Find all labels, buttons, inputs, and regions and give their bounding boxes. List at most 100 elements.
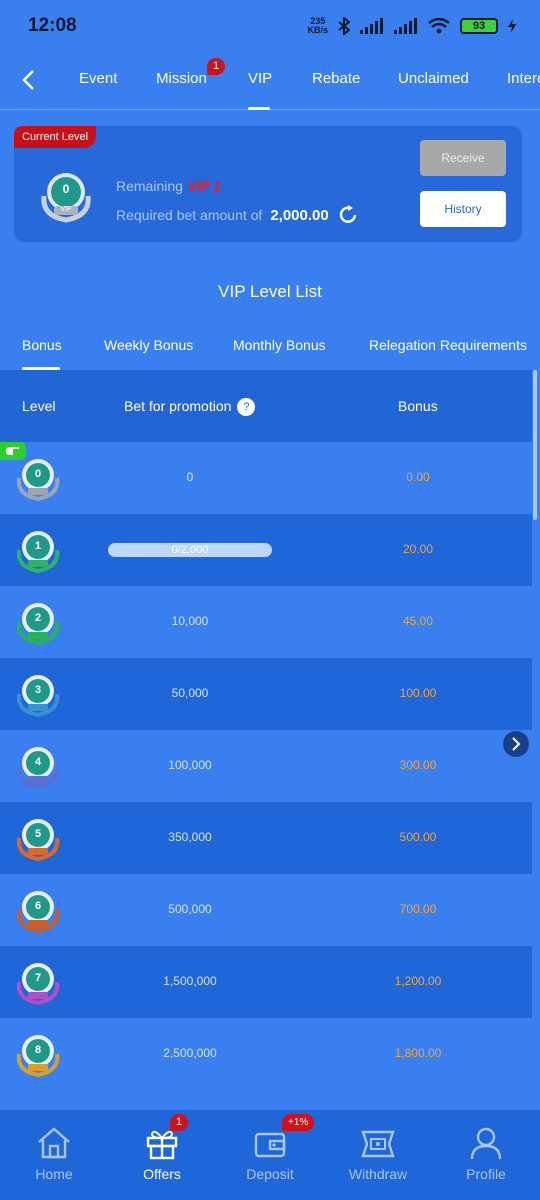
bet-for-promotion-value: 50,000 — [171, 686, 209, 700]
chevron-right-icon[interactable] — [503, 731, 529, 757]
subtab-bonus[interactable]: Bonus — [22, 337, 62, 353]
tab-unclaimed[interactable]: Unclaimed — [398, 70, 469, 87]
vip-table-header: Level Bet for promotion? Bonus — [0, 370, 532, 442]
bet-for-promotion-value: 500,000 — [168, 902, 212, 916]
table-row: 3 50,000 100.00 — [0, 658, 532, 730]
current-level-card: Current Level 0 VIP Remaining VIP 1 Requi… — [14, 126, 522, 242]
vip-medal-icon: 6 — [14, 886, 62, 934]
table-scrollbar[interactable] — [533, 370, 537, 520]
nav-profile[interactable]: Profile — [432, 1110, 540, 1200]
vip-medal-icon: 4 — [14, 742, 62, 790]
bonus-value: 1,800.00 — [394, 1046, 442, 1060]
battery-indicator: 93 — [460, 18, 498, 34]
current-level-number: 0 — [62, 182, 70, 196]
bottom-nav-bar: Home Offers 1 Deposit +1% Withdraw Profi… — [0, 1110, 540, 1200]
bet-for-promotion-value: 1,500,000 — [163, 974, 217, 988]
current-medal-label: VIP — [60, 206, 72, 213]
current-level-tag: Current Level — [14, 126, 97, 148]
vip-medal-icon: 5 — [14, 814, 62, 862]
wallet-icon — [254, 1132, 286, 1158]
nav-home-label: Home — [35, 1166, 73, 1182]
history-button[interactable]: History — [420, 191, 506, 227]
vip-table-body: 0 0 0.00 1 0/2,000 20.00 2 10,000 45.00 … — [0, 442, 532, 1090]
vip-medal-icon: 7 — [14, 958, 62, 1006]
tab-vip[interactable]: VIP — [248, 70, 272, 87]
required-bet-amount: 2,000.00 — [270, 206, 329, 224]
bonus-value: 45.00 — [402, 614, 434, 628]
gift-icon — [146, 1130, 178, 1160]
back-arrow-icon — [22, 70, 34, 90]
nav-profile-label: Profile — [466, 1166, 506, 1182]
refresh-icon[interactable] — [337, 204, 359, 226]
tab-interest[interactable]: Intere — [507, 70, 540, 87]
nav-home[interactable]: Home — [0, 1110, 108, 1200]
tab-mission[interactable]: Mission — [156, 70, 207, 87]
vip-level-number: 6 — [34, 900, 42, 912]
table-row: 2 10,000 45.00 — [0, 586, 532, 658]
table-row: 8 2,500,000 1,800.00 — [0, 1018, 532, 1090]
nav-withdraw-label: Withdraw — [348, 1166, 408, 1182]
home-icon — [38, 1127, 70, 1159]
deposit-bonus-badge: +1% — [282, 1114, 315, 1131]
bonus-value: 100.00 — [399, 686, 437, 700]
vip-level-list-title: VIP Level List — [218, 282, 322, 301]
bet-for-promotion-value: 10,000 — [171, 614, 209, 628]
bonus-subtab-bar: Bonus Weekly Bonus Monthly Bonus Relegat… — [0, 334, 540, 370]
vip-medal-icon: 0 — [14, 454, 62, 502]
bonus-value: 300.00 — [399, 758, 437, 772]
nav-offers[interactable]: Offers 1 — [108, 1110, 216, 1200]
subtab-relegation-requirements[interactable]: Relegation Requirements — [369, 337, 527, 353]
vip-medal-icon: 0 VIP — [38, 168, 94, 229]
promotion-progress-bar: 0/2,000 — [108, 543, 272, 557]
mission-badge: 1 — [207, 58, 226, 75]
receive-button[interactable]: Receive — [420, 140, 506, 176]
network-speed: 235 KB/s — [307, 16, 328, 35]
vip-level-number: 5 — [34, 828, 42, 840]
vip-level-number: 3 — [34, 684, 42, 696]
column-header-level: Level — [22, 398, 56, 414]
next-vip-level: VIP 1 — [186, 178, 221, 194]
table-row: 6 500,000 700.00 — [0, 874, 532, 946]
table-row: 0 0 0.00 — [0, 442, 532, 514]
bonus-value: 0.00 — [406, 470, 430, 484]
vip-medal-icon: 1 — [14, 526, 62, 574]
bonus-value: 20.00 — [402, 542, 434, 556]
vip-level-number: 0 — [34, 468, 42, 480]
signal-icon — [394, 18, 417, 34]
help-icon[interactable]: ? — [237, 398, 256, 417]
tab-rebate[interactable]: Rebate — [312, 70, 360, 87]
remaining-text: Remaining VIP 1 — [116, 178, 221, 194]
nav-withdraw[interactable]: Withdraw — [324, 1110, 432, 1200]
tab-event[interactable]: Event — [79, 70, 117, 87]
back-button[interactable] — [14, 66, 42, 94]
vip-level-number: 8 — [34, 1044, 42, 1056]
nav-deposit[interactable]: Deposit +1% — [216, 1110, 324, 1200]
wifi-icon — [428, 18, 450, 34]
subtab-weekly-bonus[interactable]: Weekly Bonus — [104, 337, 193, 353]
nav-offers-label: Offers — [143, 1166, 181, 1182]
bluetooth-icon — [338, 17, 350, 35]
bet-for-promotion-value: 0 — [186, 470, 194, 484]
tab-active-indicator — [248, 107, 270, 110]
bonus-value: 700.00 — [399, 902, 437, 916]
table-row: 5 350,000 500.00 — [0, 802, 532, 874]
offers-badge: 1 — [170, 1114, 189, 1131]
vip-medal-icon: 3 — [14, 670, 62, 718]
column-header-bet: Bet for promotion? — [124, 398, 256, 417]
top-tab-bar: Event Mission 1 VIP Rebate Unclaimed Int… — [0, 52, 540, 110]
charging-icon — [508, 19, 516, 33]
bonus-value: 500.00 — [399, 830, 437, 844]
profile-icon — [470, 1127, 502, 1160]
table-row: 1 0/2,000 20.00 — [0, 514, 532, 586]
table-row: 4 100,000 300.00 — [0, 730, 532, 802]
current-level-pointer-icon — [0, 442, 26, 460]
subtab-monthly-bonus[interactable]: Monthly Bonus — [233, 337, 326, 353]
required-bet-text: Required bet amount of 2,000.00 — [116, 204, 359, 226]
withdraw-icon — [361, 1130, 395, 1158]
table-row: 7 1,500,000 1,200.00 — [0, 946, 532, 1018]
signal-icon — [360, 18, 383, 34]
vip-level-number: 4 — [34, 756, 42, 768]
nav-deposit-label: Deposit — [246, 1166, 294, 1182]
bonus-value: 1,200.00 — [394, 974, 442, 988]
status-bar: 12:08 235 KB/s 93 — [0, 0, 540, 52]
